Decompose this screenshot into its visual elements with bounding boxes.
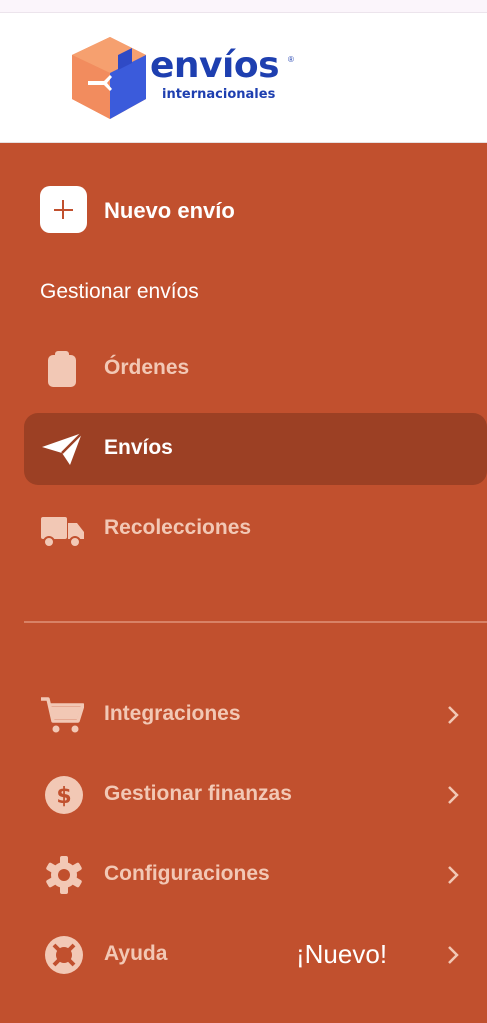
logo-box-icon xyxy=(72,37,146,119)
sidebar-item-label: Envíos xyxy=(104,436,173,459)
sidebar-item-configuraciones[interactable]: Configuraciones xyxy=(24,839,487,911)
sidebar-item-integraciones[interactable]: Integraciones xyxy=(24,679,487,751)
new-badge: ¡Nuevo! xyxy=(296,939,388,969)
sidebar-item-ayuda[interactable]: Ayuda ¡Nuevo! xyxy=(24,919,487,991)
header: envíos ® internacionales xyxy=(0,13,487,143)
sidebar-item-label: Órdenes xyxy=(104,356,190,379)
sidebar-item-ordenes[interactable]: Órdenes xyxy=(24,333,487,405)
chevron-right-icon xyxy=(444,943,462,967)
sidebar-item-label: Gestionar finanzas xyxy=(104,782,292,805)
sidebar-item-gestionar-finanzas[interactable]: $ Gestionar finanzas xyxy=(24,759,487,831)
sidebar-nav: Nuevo envío Gestionar envíos Órdenes Env… xyxy=(0,143,487,1023)
shopping-cart-icon xyxy=(40,695,85,735)
new-shipment-button[interactable] xyxy=(40,186,87,233)
paper-plane-icon xyxy=(40,429,84,469)
truck-icon xyxy=(40,509,84,549)
section-title: Gestionar envíos xyxy=(40,280,199,303)
logo-wordmark: envíos xyxy=(150,45,280,86)
chevron-right-icon xyxy=(444,863,462,887)
clipboard-icon xyxy=(40,349,84,389)
chevron-right-icon xyxy=(444,783,462,807)
logo-tagline: internacionales xyxy=(162,87,276,102)
dollar-icon: $ xyxy=(40,775,84,815)
sidebar-item-envios[interactable]: Envíos xyxy=(24,413,487,485)
brand-logo[interactable]: envíos ® internacionales xyxy=(70,35,310,121)
sidebar-item-recolecciones[interactable]: Recolecciones xyxy=(24,493,487,565)
sidebar-item-label: Configuraciones xyxy=(104,862,270,885)
gear-icon xyxy=(40,855,84,895)
new-shipment-label[interactable]: Nuevo envío xyxy=(104,198,235,224)
sidebar-item-label: Ayuda xyxy=(104,942,168,965)
lifebuoy-icon xyxy=(40,935,84,975)
divider xyxy=(24,621,487,623)
sidebar-item-label: Integraciones xyxy=(104,702,241,725)
browser-top-strip xyxy=(0,0,487,13)
chevron-right-icon xyxy=(444,703,462,727)
logo-registered-mark: ® xyxy=(288,55,294,64)
sidebar-item-label: Recolecciones xyxy=(104,516,252,539)
svg-text:$: $ xyxy=(56,784,71,809)
